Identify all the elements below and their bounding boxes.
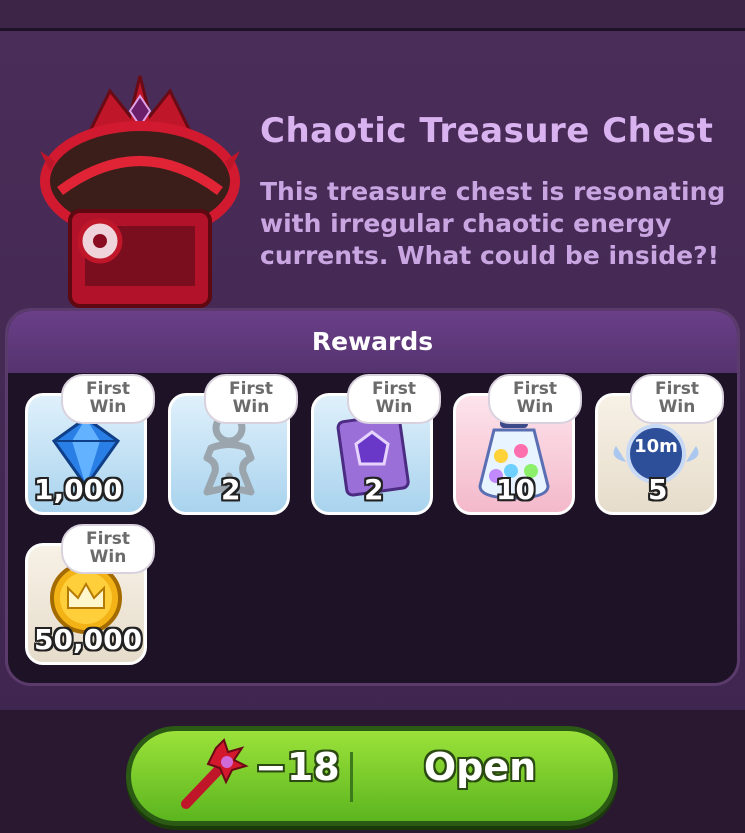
top-bar <box>0 0 745 31</box>
first-win-badge: First Win <box>204 374 298 424</box>
first-win-badge: First Win <box>61 374 155 424</box>
open-button-label[interactable]: Open <box>400 745 560 789</box>
badge-line1: First <box>228 379 274 399</box>
reward-quantity: 10 <box>496 473 535 506</box>
button-divider <box>350 752 353 802</box>
reward-quantity: 1,000 <box>34 473 123 506</box>
reward-quantity: 2 <box>221 473 241 506</box>
badge-line1: First <box>654 379 700 399</box>
reward-quantity: 2 <box>364 473 384 506</box>
first-win-badge: First Win <box>630 374 724 424</box>
badge-line2: Win <box>516 397 554 417</box>
chest-title: Chaotic Treasure Chest <box>260 111 714 151</box>
first-win-badge: First Win <box>347 374 441 424</box>
chaotic-chest-image <box>40 75 240 308</box>
badge-line2: Win <box>658 397 696 417</box>
rewards-header: Rewards <box>8 311 737 373</box>
badge-line2: Win <box>375 397 413 417</box>
chaos-key-icon <box>181 738 249 809</box>
badge-line1: First <box>85 379 131 399</box>
badge-line1: First <box>512 379 558 399</box>
chest-description: This treasure chest is resonating with i… <box>260 177 726 270</box>
first-win-badge: First Win <box>61 524 155 574</box>
badge-line1: First <box>371 379 417 399</box>
reward-quantity: 50,000 <box>34 623 143 656</box>
badge-line2: Win <box>89 547 127 567</box>
badge-line2: Win <box>89 397 127 417</box>
first-win-badge: First Win <box>488 374 582 424</box>
speedup-timer-label: 10m <box>634 436 678 457</box>
badge-line1: First <box>85 529 131 549</box>
reward-quantity: 5 <box>648 473 668 506</box>
open-cost: −18 <box>255 745 340 789</box>
badge-line2: Win <box>232 397 270 417</box>
